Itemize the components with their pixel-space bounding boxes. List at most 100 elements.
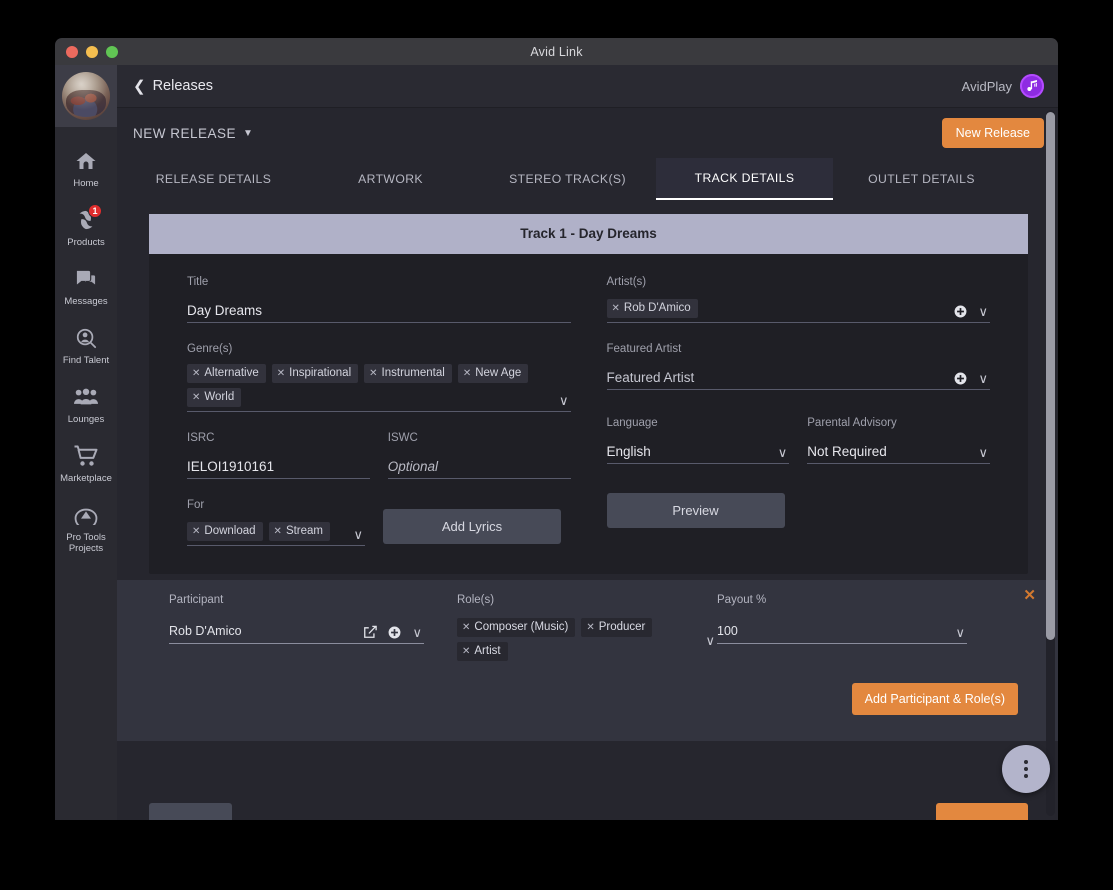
avatar[interactable] [62, 72, 110, 120]
isrc-field: ISRC IELOI1910161 [187, 432, 370, 479]
title-input[interactable]: Day Dreams [187, 297, 571, 323]
scrollbar-thumb[interactable] [1046, 112, 1055, 640]
chip-remove-icon[interactable]: ✕ [463, 368, 471, 379]
form-right-column: Artist(s) ✕ Rob D'Amico ∨ Featured Artis… [589, 276, 1009, 566]
chip[interactable]: ✕ World [187, 388, 242, 407]
chip-label: Composer (Music) [474, 621, 569, 633]
sidebar-item-products[interactable]: 1 Products [55, 198, 117, 257]
chip[interactable]: ✕ Inspirational [271, 364, 359, 383]
chevron-down-icon[interactable]: ∨ [353, 528, 363, 541]
plus-circle-icon[interactable] [954, 305, 967, 318]
chip[interactable]: ✕ Rob D'Amico [606, 299, 698, 318]
sidebar-item-marketplace[interactable]: Marketplace [55, 434, 117, 493]
footer-buttons [149, 803, 1028, 820]
chip[interactable]: ✕ Artist [457, 642, 508, 661]
tab-track-details[interactable]: TRACK DETAILS [656, 158, 833, 200]
chevron-down-icon[interactable]: ∨ [412, 626, 422, 639]
parental-advisory-select[interactable]: Not Required ∨ [807, 438, 990, 464]
content-scroll-area: Track 1 - Day Dreams Title Day Dreams Ge… [117, 200, 1058, 820]
tab-release-details[interactable]: RELEASE DETAILS [125, 158, 302, 200]
footer-back-button[interactable] [149, 803, 232, 820]
chip[interactable]: ✕ Producer [581, 618, 653, 637]
chip[interactable]: ✕ Download [187, 522, 263, 541]
avidplay-brand[interactable]: AvidPlay [962, 74, 1044, 98]
chip-remove-icon[interactable]: ✕ [462, 646, 470, 657]
chevron-down-icon[interactable]: ∨ [778, 446, 788, 459]
chip[interactable]: ✕ Composer (Music) [457, 618, 576, 637]
chevron-down-icon[interactable]: ∨ [705, 634, 715, 647]
track-header-title: Track 1 - Day Dreams [520, 226, 657, 241]
roles-input[interactable]: ✕ Composer (Music) ✕ Producer ✕ Artist ∨ [457, 618, 717, 665]
title-field: Title Day Dreams [187, 276, 571, 323]
for-input[interactable]: ✕ Download ✕ Stream ∨ [187, 520, 365, 546]
footer-next-button[interactable] [936, 803, 1028, 820]
chip[interactable]: ✕ Stream [268, 522, 331, 541]
sidebar-item-home[interactable]: Home [55, 139, 117, 198]
add-participant-roles-button[interactable]: Add Participant & Role(s) [851, 683, 1018, 715]
chip-remove-icon[interactable]: ✕ [192, 526, 200, 537]
for-chip-list: ✕ Download ✕ Stream [187, 522, 345, 545]
chevron-down-icon[interactable]: ∨ [978, 372, 988, 385]
language-label: Language [606, 417, 658, 429]
chevron-down-icon[interactable]: ∨ [559, 394, 569, 407]
tab-artwork[interactable]: ARTWORK [302, 158, 479, 200]
chip-remove-icon[interactable]: ✕ [462, 622, 470, 633]
top-bar: ❮ Releases AvidPlay [117, 65, 1058, 108]
lounges-icon [73, 385, 99, 409]
parental-advisory-icons: ∨ [970, 446, 990, 463]
chip-remove-icon[interactable]: ✕ [274, 526, 282, 537]
back-to-releases-button[interactable]: ❮ Releases [133, 78, 213, 94]
sidebar-item-label: Lounges [67, 414, 105, 425]
iswc-input[interactable]: Optional [387, 453, 571, 479]
tab-stereo-tracks[interactable]: STEREO TRACK(S) [479, 158, 656, 200]
artists-input[interactable]: ✕ Rob D'Amico ∨ [606, 297, 990, 323]
chip-label: Rob D'Amico [623, 302, 691, 314]
add-participant-row: Add Participant & Role(s) [169, 683, 1028, 715]
chip-remove-icon[interactable]: ✕ [612, 303, 620, 314]
payout-input[interactable]: 100 ∨ [717, 618, 967, 644]
featured-artist-input[interactable]: Featured Artist ∨ [606, 364, 990, 390]
sidebar-item-find-talent[interactable]: Find Talent [55, 316, 117, 375]
genres-input[interactable]: ✕ Alternative ✕ Inspirational ✕ Instrumenta… [187, 364, 571, 412]
plus-circle-icon[interactable] [954, 372, 967, 385]
sidebar-item-pro-tools-projects[interactable]: Pro Tools Projects [55, 493, 117, 563]
chip-remove-icon[interactable]: ✕ [369, 368, 377, 379]
chip[interactable]: ✕ Alternative [187, 364, 266, 383]
close-x-icon[interactable]: ✕ [1023, 588, 1036, 603]
chevron-down-icon[interactable]: ∨ [978, 305, 988, 318]
plus-circle-icon[interactable] [388, 626, 401, 639]
chip-remove-icon[interactable]: ✕ [192, 368, 200, 379]
chip-remove-icon[interactable]: ✕ [192, 392, 200, 403]
title-value: Day Dreams [187, 303, 263, 318]
chevron-down-icon[interactable]: ∨ [978, 446, 988, 459]
new-release-button[interactable]: New Release [941, 118, 1044, 148]
language-select[interactable]: English ∨ [606, 438, 790, 464]
add-lyrics-button[interactable]: Add Lyrics [383, 509, 561, 544]
title-label: Title [187, 276, 209, 288]
sidebar-item-messages[interactable]: Messages [55, 257, 117, 316]
more-vertical-icon[interactable] [1002, 745, 1050, 793]
payout-label: Payout % [717, 594, 767, 606]
for-field: For ✕ Download ✕ Stream ∨ [187, 499, 365, 546]
chevron-down-icon[interactable]: ∨ [955, 626, 965, 639]
window-title: Avid Link [530, 44, 583, 59]
participant-icons: ∨ [355, 625, 424, 643]
avatar-container[interactable] [55, 65, 117, 127]
chip-label: Alternative [204, 367, 259, 379]
preview-button[interactable]: Preview [606, 493, 785, 528]
participant-input[interactable]: Rob D'Amico ∨ [169, 618, 424, 644]
sidebar-item-lounges[interactable]: Lounges [55, 375, 117, 434]
featured-artist-value: Featured Artist [606, 370, 695, 385]
language-icons: ∨ [770, 446, 790, 463]
chip[interactable]: ✕ New Age [457, 364, 529, 383]
parental-advisory-field: Parental Advisory Not Required ∨ [807, 417, 990, 464]
main-area: ❮ Releases AvidPlay NEW RELEASE ▼ New Re… [117, 65, 1058, 820]
release-selector[interactable]: NEW RELEASE ▼ [133, 126, 253, 141]
edit-pencil-icon[interactable] [363, 625, 378, 639]
isrc-input[interactable]: IELOI1910161 [187, 453, 370, 479]
chip-remove-icon[interactable]: ✕ [586, 622, 594, 633]
chip[interactable]: ✕ Instrumental [364, 364, 452, 383]
chip-remove-icon[interactable]: ✕ [277, 368, 285, 379]
sidebar-item-label: Find Talent [62, 355, 110, 366]
tab-outlet-details[interactable]: OUTLET DETAILS [833, 158, 1010, 200]
